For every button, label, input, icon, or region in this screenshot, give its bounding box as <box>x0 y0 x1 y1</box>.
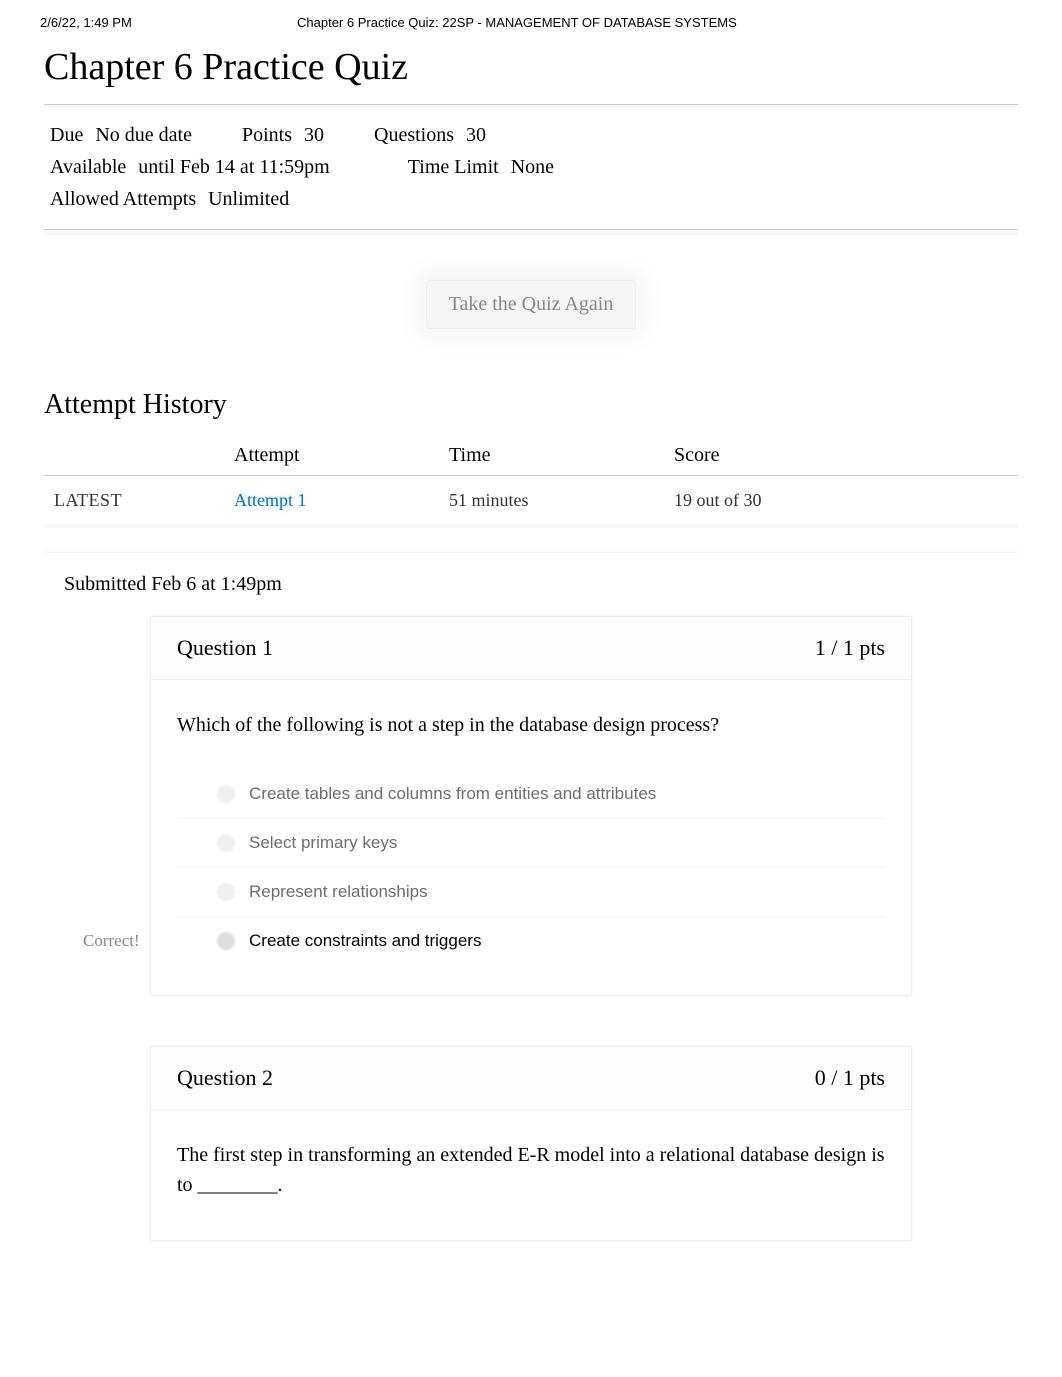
question-text: Which of the following is not a step in … <box>177 710 885 740</box>
answer-text: Represent relationships <box>249 882 428 902</box>
print-timestamp: 2/6/22, 1:49 PM <box>40 15 132 30</box>
col-score: Score <box>674 436 1018 476</box>
attempt-link[interactable]: Attempt 1 <box>234 490 307 510</box>
question-text: The first step in transforming an extend… <box>177 1140 885 1200</box>
col-blank <box>44 436 234 476</box>
radio-icon <box>217 785 235 803</box>
print-doc-title: Chapter 6 Practice Quiz: 22SP - MANAGEME… <box>132 15 902 30</box>
quiz-meta: Due No due date Points 30 Questions 30 A… <box>44 104 1018 230</box>
available-label: Available <box>50 151 126 183</box>
question-points: 1 / 1 pts <box>815 635 885 661</box>
col-attempt: Attempt <box>234 436 449 476</box>
due-label: Due <box>50 119 83 151</box>
available-value: until Feb 14 at 11:59pm <box>138 151 329 183</box>
question-points: 0 / 1 pts <box>815 1065 885 1091</box>
points-label: Points <box>242 119 292 151</box>
answer-text: Create tables and columns from entities … <box>249 784 656 804</box>
time-limit-value: None <box>511 151 554 183</box>
question-number: Question 2 <box>177 1065 273 1091</box>
submitted-text: Submitted Feb 6 at 1:49pm <box>0 553 1062 616</box>
answer-option: Correct! Create constraints and triggers <box>177 916 885 965</box>
answer-option: Represent relationships <box>177 867 885 916</box>
attempt-score: 19 out of 30 <box>674 476 1018 526</box>
answer-option: Create tables and columns from entities … <box>177 770 885 818</box>
allowed-attempts-value: Unlimited <box>208 183 289 215</box>
time-limit-label: Time Limit <box>408 151 499 183</box>
question-block: Question 1 1 / 1 pts Which of the follow… <box>150 616 912 996</box>
attempt-time: 51 minutes <box>449 476 674 526</box>
questions-label: Questions <box>374 119 454 151</box>
allowed-attempts-label: Allowed Attempts <box>50 183 196 215</box>
table-row: LATEST Attempt 1 51 minutes 19 out of 30 <box>44 476 1018 526</box>
correct-label: Correct! <box>83 931 173 951</box>
question-block: Question 2 0 / 1 pts The first step in t… <box>150 1046 912 1241</box>
questions-value: 30 <box>466 119 486 151</box>
question-number: Question 1 <box>177 635 273 661</box>
print-header: 2/6/22, 1:49 PM Chapter 6 Practice Quiz:… <box>0 0 1062 35</box>
attempt-history-title: Attempt History <box>0 369 1062 436</box>
quiz-title: Chapter 6 Practice Quiz <box>0 35 1062 104</box>
points-value: 30 <box>304 119 324 151</box>
attempt-history-table: Attempt Time Score LATEST Attempt 1 51 m… <box>44 436 1018 525</box>
answer-text: Create constraints and triggers <box>249 931 481 951</box>
col-time: Time <box>449 436 674 476</box>
attempt-row-label: LATEST <box>44 476 234 526</box>
due-value: No due date <box>95 119 192 151</box>
answer-option: Select primary keys <box>177 818 885 867</box>
radio-icon <box>217 834 235 852</box>
take-quiz-again-button[interactable]: Take the Quiz Again <box>426 280 637 329</box>
radio-icon <box>217 932 235 950</box>
answer-text: Select primary keys <box>249 833 397 853</box>
radio-icon <box>217 883 235 901</box>
